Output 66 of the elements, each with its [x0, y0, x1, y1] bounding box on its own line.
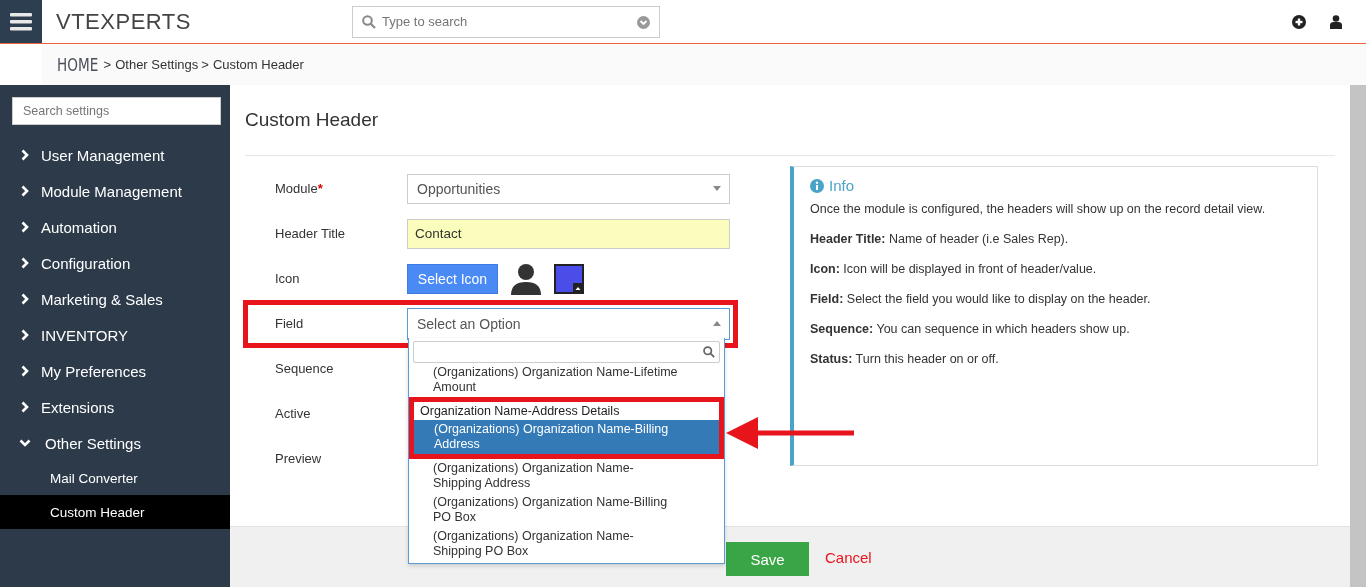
dropdown-option[interactable]: (Organizations) Organization Name-Shipping PO Box — [413, 527, 720, 561]
breadcrumb-separator: > — [201, 57, 209, 72]
sidebar-item[interactable]: Other Settings — [0, 425, 230, 461]
info-text: Field: Select the field you would like to display on the header. — [810, 292, 1152, 306]
info-text: Once the module is configured, the headers will show up on the record detail view. — [810, 202, 1267, 216]
caret-icon — [713, 186, 721, 191]
field-label: Preview — [275, 451, 323, 466]
chevron-right-icon — [19, 257, 31, 269]
field-label: Header Title — [275, 226, 347, 241]
user-icon[interactable] — [1330, 14, 1342, 29]
info-text: Header Title: Name of header (i.e Sales Rep). — [810, 232, 1070, 246]
info-text: Icon: Icon will be displayed in front of header/value. — [810, 262, 1098, 276]
info-icon — [810, 178, 824, 193]
add-icon[interactable] — [1292, 14, 1306, 29]
caret-icon — [713, 321, 721, 326]
sidebar-subitem[interactable]: Custom Header — [0, 495, 230, 529]
module-select[interactable]: Opportunities — [407, 173, 730, 204]
field-label: Module* — [275, 181, 324, 196]
settings-search-field[interactable]: Search settings — [12, 97, 221, 125]
chevron-right-icon — [19, 293, 31, 305]
chevron-right-icon — [19, 185, 31, 197]
breadcrumb-current: Custom Header — [212, 57, 304, 72]
search-icon — [703, 346, 715, 358]
chevron-down-icon — [19, 437, 31, 449]
header-title-field[interactable]: Contact — [407, 218, 730, 249]
dropdown-option[interactable]: (Organizations) Organization Name-Billing Address — [414, 420, 719, 454]
user-icon — [510, 262, 542, 295]
scrollbar[interactable] — [1350, 85, 1366, 587]
search-field[interactable]: Type to search — [352, 5, 660, 38]
breadcrumb-separator: > — [103, 57, 112, 72]
chevron-right-icon — [19, 401, 31, 413]
cancel-link[interactable]: Cancel — [825, 548, 872, 566]
sidebar-item[interactable]: INVENTORY — [0, 317, 230, 353]
field-label: Sequence — [275, 361, 335, 376]
sidebar-item[interactable]: Extensions — [0, 389, 230, 425]
info-title: Info — [829, 177, 855, 194]
dropdown-search-field[interactable] — [413, 341, 720, 363]
logo[interactable]: VTEXPERTS — [56, 8, 352, 35]
chevron-right-icon — [19, 149, 31, 161]
info-text: Status: Turn this header on or off. — [810, 352, 1000, 366]
sidebar-item[interactable]: My Preferences — [0, 353, 230, 389]
search-icon — [362, 14, 376, 29]
menu-icon — [10, 12, 32, 31]
field-label: Field — [275, 316, 305, 331]
sidebar-item[interactable]: Module Management — [0, 173, 230, 209]
chevron-down-icon[interactable] — [637, 15, 650, 29]
page-title: Custom Header — [245, 109, 380, 132]
option-group-label: Organization Name-Address Details — [419, 403, 621, 420]
chevron-right-icon — [19, 329, 31, 341]
breadcrumb-home-link[interactable]: HOME — [57, 54, 99, 75]
dropdown-option[interactable]: (Organizations) Organization Name-Lifetime Amount — [413, 363, 720, 397]
sidebar-item[interactable]: User Management — [0, 137, 230, 173]
dropdown-option[interactable]: (Organizations) Organization Name-Billing PO Box — [413, 493, 720, 527]
menu-button[interactable] — [0, 0, 42, 43]
chevron-right-icon — [19, 221, 31, 233]
dropdown-option[interactable]: (Organizations) Organization Name-Shipping Address — [413, 459, 720, 493]
chevron-right-icon — [19, 365, 31, 377]
sidebar-item[interactable]: Marketing & Sales — [0, 281, 230, 317]
sidebar-item[interactable]: Configuration — [0, 245, 230, 281]
field-label: Icon — [275, 271, 301, 286]
sidebar-item[interactable]: Automation — [0, 209, 230, 245]
field-label: Active — [275, 406, 312, 421]
color-picker-icon[interactable] — [554, 263, 584, 294]
info-text: Sequence: You can sequence in which headers show up. — [810, 322, 1131, 336]
breadcrumb-link[interactable]: Other Settings — [115, 57, 199, 72]
sidebar-subitem[interactable]: Mail Converter — [0, 461, 230, 495]
